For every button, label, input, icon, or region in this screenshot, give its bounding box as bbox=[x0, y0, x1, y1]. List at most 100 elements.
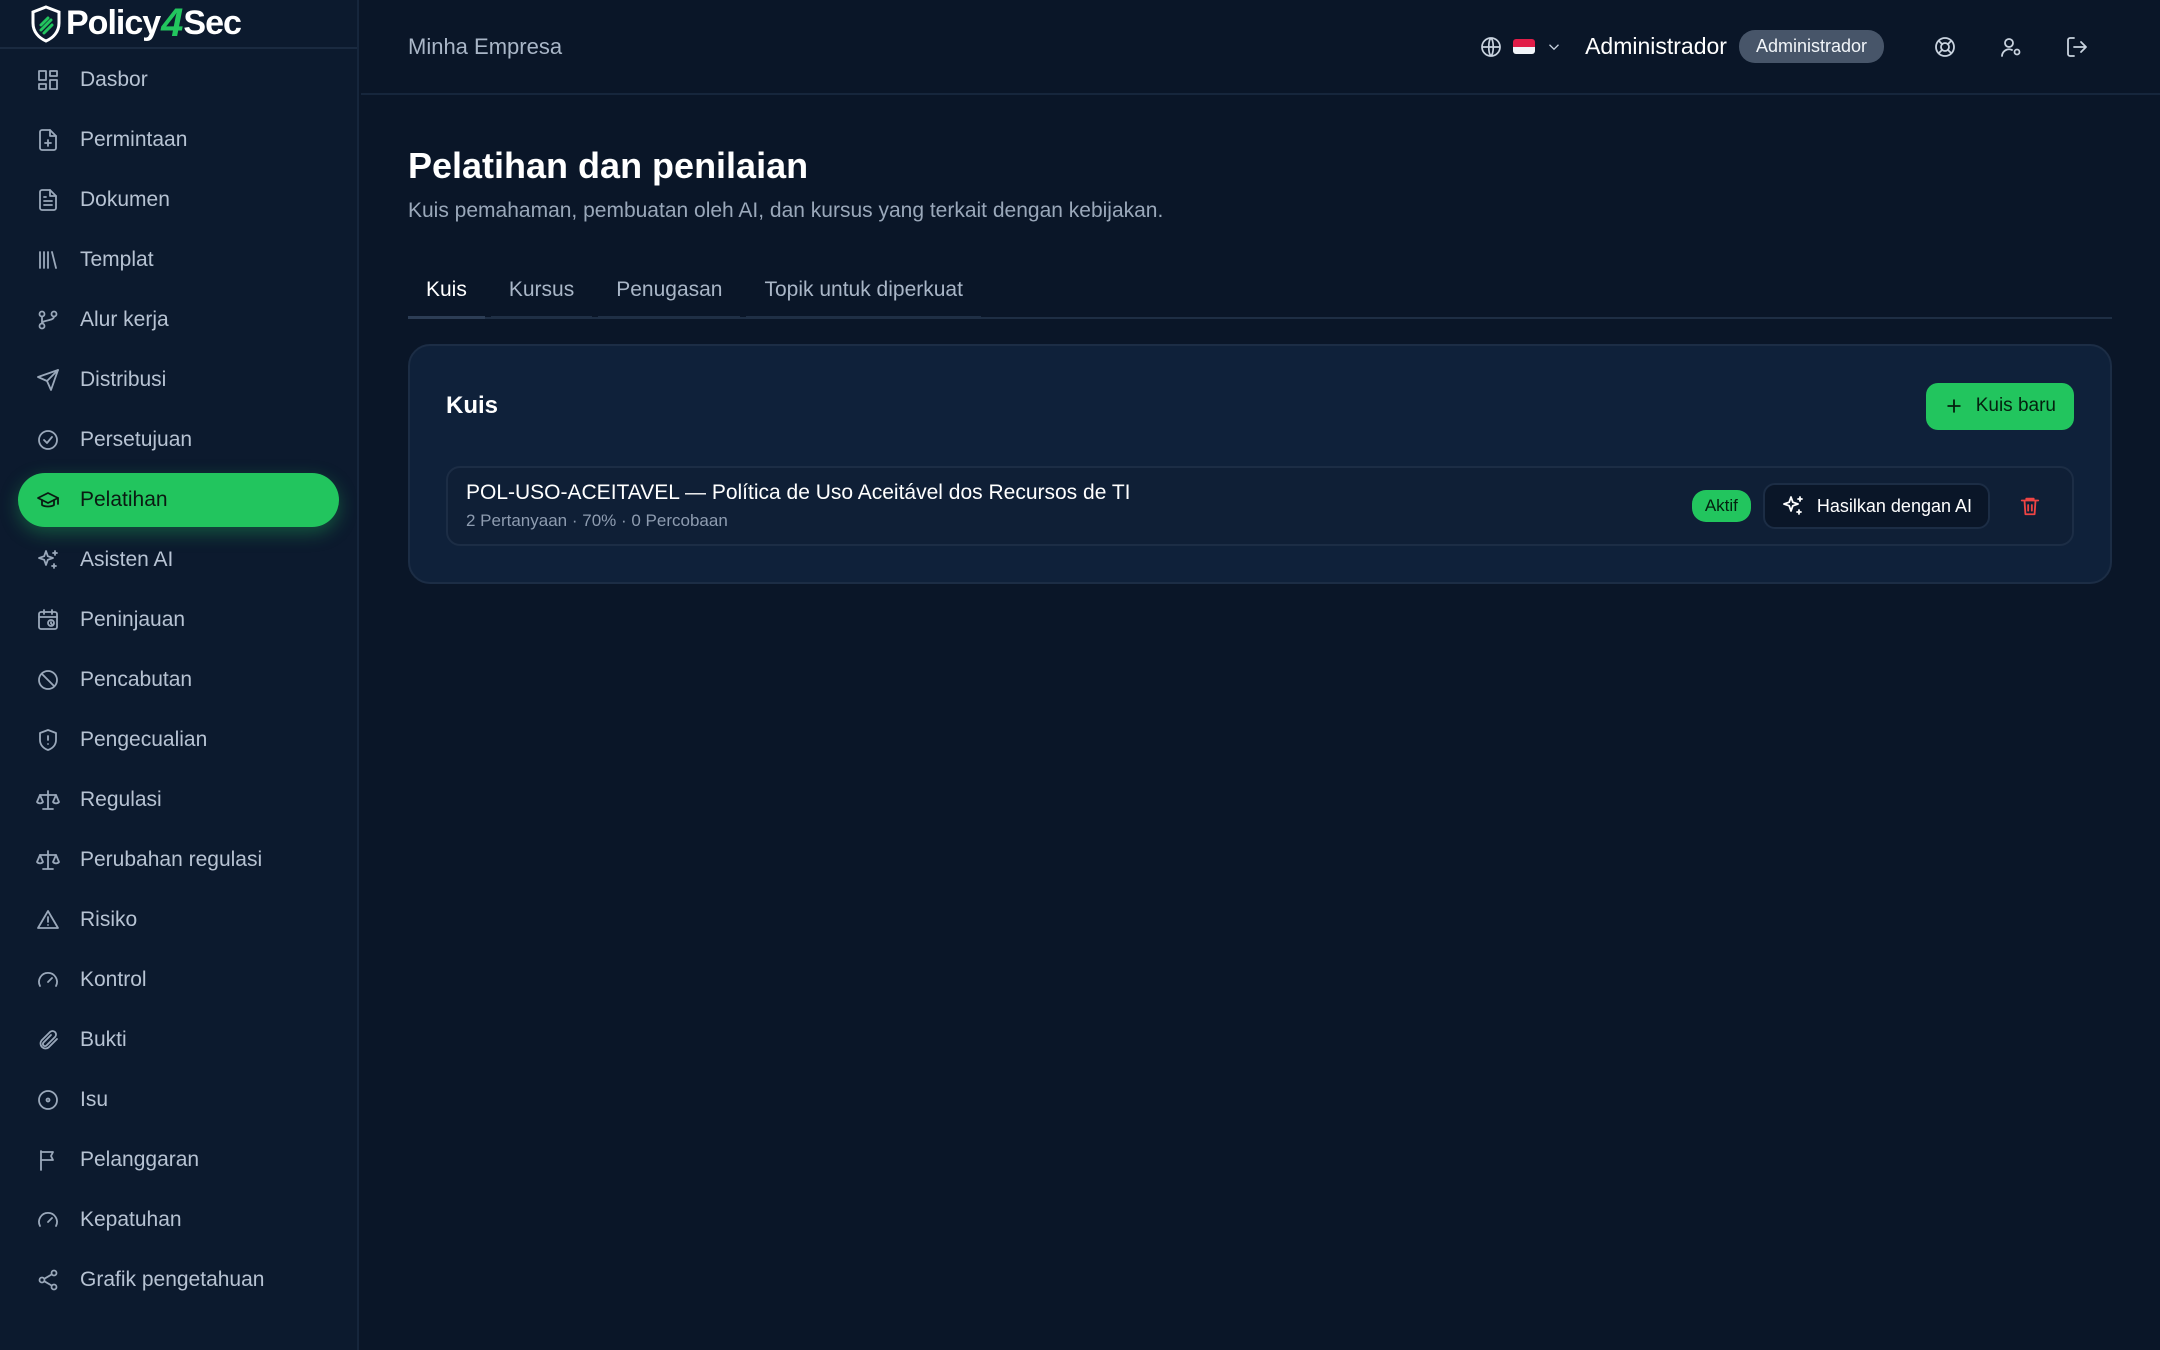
shield-alert-icon bbox=[39, 729, 57, 751]
sidebar-item-label: Kontrol bbox=[80, 968, 147, 991]
check-circle-icon bbox=[38, 430, 58, 450]
paperclip-icon bbox=[39, 1030, 58, 1050]
new-quiz-button[interactable]: Kuis baru bbox=[1925, 382, 2074, 430]
tab-bar: Kuis Kursus Penugasan Topik untuk diperk… bbox=[408, 263, 2112, 319]
delete-button[interactable] bbox=[2012, 488, 2048, 524]
sidebar-item-label: Permintaan bbox=[80, 128, 188, 151]
sidebar-item-label: Kepatuhan bbox=[80, 1208, 182, 1231]
sidebar-item-label: Bukti bbox=[80, 1028, 127, 1051]
help-button[interactable] bbox=[1912, 25, 1978, 69]
page-title: Pelatihan dan penilaian bbox=[408, 145, 809, 186]
sidebar-item-label: Regulasi bbox=[80, 788, 162, 811]
file-plus-icon bbox=[39, 129, 57, 151]
calendar-clock-icon bbox=[38, 609, 58, 630]
sidebar-item-alur-kerja[interactable]: Alur kerja bbox=[18, 293, 339, 347]
ban-icon bbox=[38, 670, 58, 690]
sidebar-item-kontrol[interactable]: Kontrol bbox=[18, 953, 339, 1007]
sidebar-item-kepatuhan[interactable]: Kepatuhan bbox=[18, 1193, 339, 1247]
main-content: Pelatihan dan penilaian Kuis pemahaman, … bbox=[408, 95, 2112, 584]
sidebar-item-risiko[interactable]: Risiko bbox=[18, 893, 339, 947]
tab-kursus[interactable]: Kursus bbox=[490, 263, 593, 319]
alert-triangle-icon bbox=[37, 910, 59, 929]
circle-dot-icon bbox=[38, 1090, 58, 1110]
sidebar-item-label: Templat bbox=[80, 248, 154, 271]
sidebar-item-regulasi[interactable]: Regulasi bbox=[18, 773, 339, 827]
list-item[interactable]: POL-USO-ACEITAVEL — Política de Uso Acei… bbox=[446, 466, 2074, 546]
user-settings-button[interactable] bbox=[1978, 25, 2044, 69]
sidebar-item-pencabutan[interactable]: Pencabutan bbox=[18, 653, 339, 707]
brand-left: Policy bbox=[66, 4, 161, 42]
sparkles-icon bbox=[1782, 496, 1803, 515]
shield-logo-icon bbox=[31, 4, 61, 43]
sidebar-item-bukti[interactable]: Bukti bbox=[18, 1013, 339, 1067]
sidebar-item-pelanggaran[interactable]: Pelanggaran bbox=[18, 1133, 339, 1187]
quiz-name: POL-USO-ACEITAVEL — Política de Uso Acei… bbox=[466, 481, 1131, 504]
scale-icon bbox=[36, 790, 60, 810]
sidebar-item-label: Dasbor bbox=[80, 68, 148, 91]
sidebar-item-label: Pencabutan bbox=[80, 668, 193, 691]
logout-button[interactable] bbox=[2044, 25, 2110, 69]
log-out-icon bbox=[2067, 36, 2087, 57]
sidebar-item-perubahan-regulasi[interactable]: Perubahan regulasi bbox=[18, 833, 339, 887]
send-icon bbox=[37, 369, 59, 391]
page-subtitle: Kuis pemahaman, pembuatan oleh AI, dan k… bbox=[408, 199, 1164, 222]
quiz-info: POL-USO-ACEITAVEL — Política de Uso Acei… bbox=[466, 481, 1692, 531]
graduation-cap-icon bbox=[37, 492, 59, 508]
brand-four: 4 bbox=[161, 1, 183, 45]
sidebar-item-label: Dokumen bbox=[80, 188, 170, 211]
language-selector[interactable] bbox=[1479, 35, 1563, 59]
sidebar-item-dasbor[interactable]: Dasbor bbox=[18, 53, 339, 107]
card-header: Kuis Kuis baru bbox=[446, 346, 2074, 466]
flag-icon bbox=[40, 1150, 54, 1171]
trash-icon bbox=[2020, 497, 2040, 516]
sidebar-item-label: Pelatihan bbox=[80, 488, 168, 511]
status-badge: Aktif bbox=[1691, 490, 1751, 522]
role-badge: Administrador bbox=[1738, 30, 1884, 63]
brand-logo[interactable]: Policy 4 Sec bbox=[0, 0, 357, 49]
sidebar-item-label: Perubahan regulasi bbox=[80, 848, 263, 871]
generate-ai-label: Hasilkan dengan AI bbox=[1816, 495, 1972, 516]
tab-penugasan[interactable]: Penugasan bbox=[598, 263, 741, 319]
header-actions: Administrador Administrador bbox=[1479, 25, 2110, 69]
sidebar-item-label: Asisten AI bbox=[80, 548, 174, 571]
git-branch-icon bbox=[38, 310, 58, 330]
brand-right: Sec bbox=[183, 4, 241, 42]
globe-icon bbox=[1481, 36, 1501, 57]
tab-topik[interactable]: Topik untuk diperkuat bbox=[746, 263, 981, 319]
quiz-card: Kuis Kuis baru POL-USO-ACEITAVEL — Polít… bbox=[408, 344, 2112, 584]
sidebar-item-grafik-pengetahuan[interactable]: Grafik pengetahuan bbox=[18, 1253, 339, 1307]
sidebar-item-asisten-ai[interactable]: Asisten AI bbox=[18, 533, 339, 587]
tab-kuis[interactable]: Kuis bbox=[408, 263, 485, 319]
scale-icon bbox=[36, 850, 60, 870]
brand-name: Policy 4 Sec bbox=[66, 1, 242, 46]
indonesia-flag-icon bbox=[1513, 39, 1536, 54]
sidebar-nav: Dasbor Permintaan Dokumen Templat Alur k… bbox=[0, 49, 357, 1307]
new-quiz-label: Kuis baru bbox=[1975, 395, 2056, 416]
sidebar-item-isu[interactable]: Isu bbox=[18, 1073, 339, 1127]
user-cog-icon bbox=[2001, 37, 2021, 57]
sidebar-item-peninjauan[interactable]: Peninjauan bbox=[18, 593, 339, 647]
sidebar-item-label: Distribusi bbox=[80, 368, 167, 391]
sidebar-item-pengecualian[interactable]: Pengecualian bbox=[18, 713, 339, 767]
sidebar-item-label: Peninjauan bbox=[80, 608, 186, 631]
chevron-down-icon bbox=[1549, 43, 1560, 50]
life-buoy-icon bbox=[1935, 36, 1955, 57]
generate-ai-button[interactable]: Hasilkan dengan AI bbox=[1762, 483, 1990, 529]
quiz-meta: 2 Pertanyaan · 70% · 0 Percobaan bbox=[466, 511, 728, 530]
sidebar-item-persetujuan[interactable]: Persetujuan bbox=[18, 413, 339, 467]
sidebar: Policy 4 Sec Dasbor Permintaan Dokumen Tem… bbox=[0, 0, 359, 1350]
sidebar-item-pelatihan[interactable]: Pelatihan bbox=[18, 473, 339, 527]
sidebar-item-label: Risiko bbox=[80, 908, 138, 931]
card-title: Kuis bbox=[446, 392, 499, 419]
library-icon bbox=[39, 251, 57, 269]
dashboard-icon bbox=[38, 70, 58, 90]
sidebar-item-templat[interactable]: Templat bbox=[18, 233, 339, 287]
sidebar-item-permintaan[interactable]: Permintaan bbox=[18, 113, 339, 167]
gauge-icon bbox=[38, 972, 58, 987]
sidebar-item-dokumen[interactable]: Dokumen bbox=[18, 173, 339, 227]
user-name: Administrador bbox=[1585, 33, 1727, 59]
sidebar-item-distribusi[interactable]: Distribusi bbox=[18, 353, 339, 407]
plus-icon bbox=[1946, 399, 1961, 413]
gauge-icon bbox=[38, 1212, 58, 1227]
sidebar-item-label: Pelanggaran bbox=[80, 1148, 200, 1171]
